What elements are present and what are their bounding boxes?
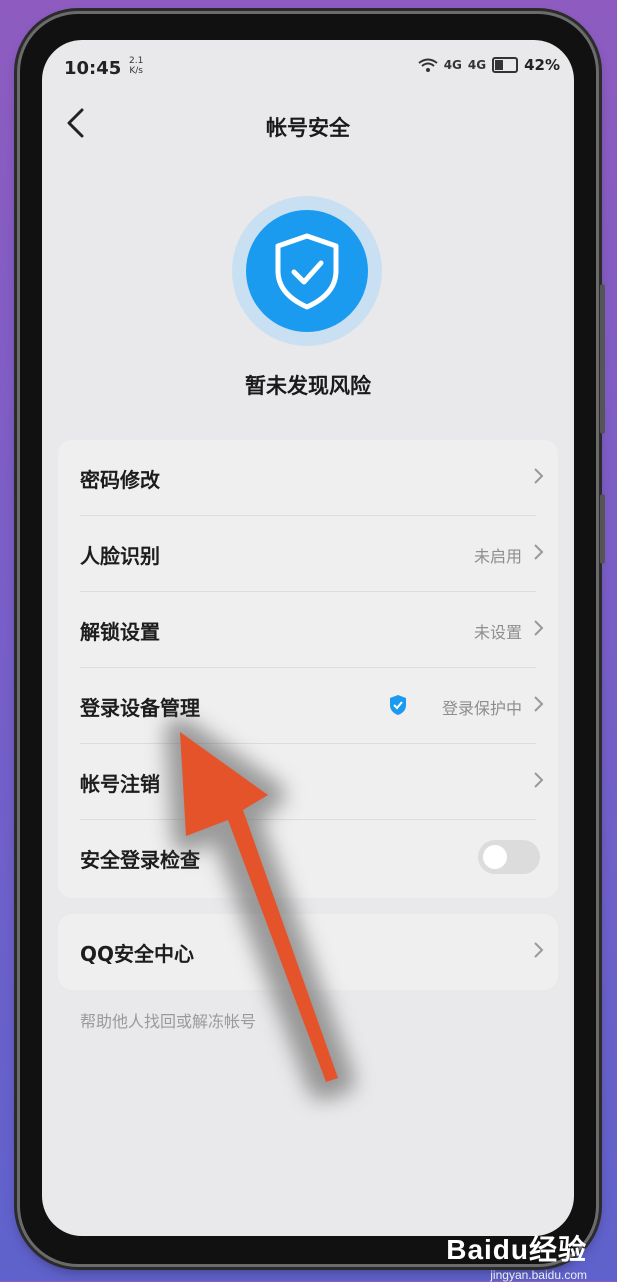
- row-label: 密码修改: [80, 468, 160, 492]
- system-icons: 4G 4G 42%: [418, 56, 560, 74]
- row-label: 帐号注销: [80, 772, 160, 796]
- watermark-logo: Baidu经验 jingyan.baidu.com: [446, 1234, 587, 1282]
- page-title: 帐号安全: [266, 116, 350, 140]
- secure-login-toggle[interactable]: [478, 840, 540, 874]
- chevron-right-icon: [534, 468, 544, 484]
- row-value: 未设置: [473, 623, 522, 642]
- shield-check-icon: [275, 233, 339, 310]
- battery-percent: 42%: [524, 56, 560, 74]
- chevron-right-icon: [534, 772, 544, 788]
- shield-icon: [390, 695, 406, 715]
- wifi-icon: [418, 58, 438, 72]
- battery-icon: [492, 57, 519, 73]
- row-unlock-settings[interactable]: 解锁设置 未设置: [58, 592, 558, 668]
- settings-card: 密码修改 人脸识别 未启用 解锁设置 未设置 登录设备管理 登录保护中 帐号注销…: [58, 440, 558, 898]
- signal-icon: 4G: [443, 58, 462, 72]
- clock: 10:45: [64, 58, 122, 79]
- row-password-change[interactable]: 密码修改: [58, 440, 558, 516]
- chevron-right-icon: [534, 696, 544, 712]
- row-login-device-management[interactable]: 登录设备管理 登录保护中: [58, 668, 558, 744]
- nav-bar: 帐号安全: [42, 96, 574, 152]
- row-value: 登录保护中: [441, 699, 522, 718]
- chevron-right-icon: [534, 620, 544, 636]
- chevron-right-icon: [534, 544, 544, 560]
- chevron-right-icon: [534, 942, 544, 958]
- row-label: QQ安全中心: [80, 942, 195, 966]
- volume-button: [600, 284, 605, 434]
- row-label: 安全登录检查: [80, 848, 200, 872]
- screen: 10:45 2.1 K/s 4G 4G 42% 帐号安全 暂未发现风险 密码修改…: [42, 40, 574, 1236]
- row-account-deletion[interactable]: 帐号注销: [58, 744, 558, 820]
- row-secure-login-check: 安全登录检查: [58, 820, 558, 896]
- security-status-text: 暂未发现风险: [245, 374, 371, 398]
- row-label: 登录设备管理: [80, 696, 200, 720]
- qq-center-footnote: 帮助他人找回或解冻帐号: [80, 1012, 257, 1031]
- row-label: 解锁设置: [80, 620, 160, 644]
- signal-icon: 4G: [467, 58, 487, 72]
- network-speed: 2.1 K/s: [129, 56, 144, 76]
- power-button: [600, 494, 605, 564]
- row-qq-security-center[interactable]: QQ安全中心: [58, 914, 558, 990]
- phone-frame: 10:45 2.1 K/s 4G 4G 42% 帐号安全 暂未发现风险 密码修改…: [20, 14, 605, 1264]
- security-badge: [232, 196, 382, 346]
- row-face-recognition[interactable]: 人脸识别 未启用: [58, 516, 558, 592]
- row-value: 未启用: [473, 547, 522, 566]
- qq-security-card: QQ安全中心: [58, 914, 558, 990]
- row-label: 人脸识别: [80, 544, 160, 568]
- status-bar: 10:45 2.1 K/s 4G 4G 42%: [42, 40, 574, 80]
